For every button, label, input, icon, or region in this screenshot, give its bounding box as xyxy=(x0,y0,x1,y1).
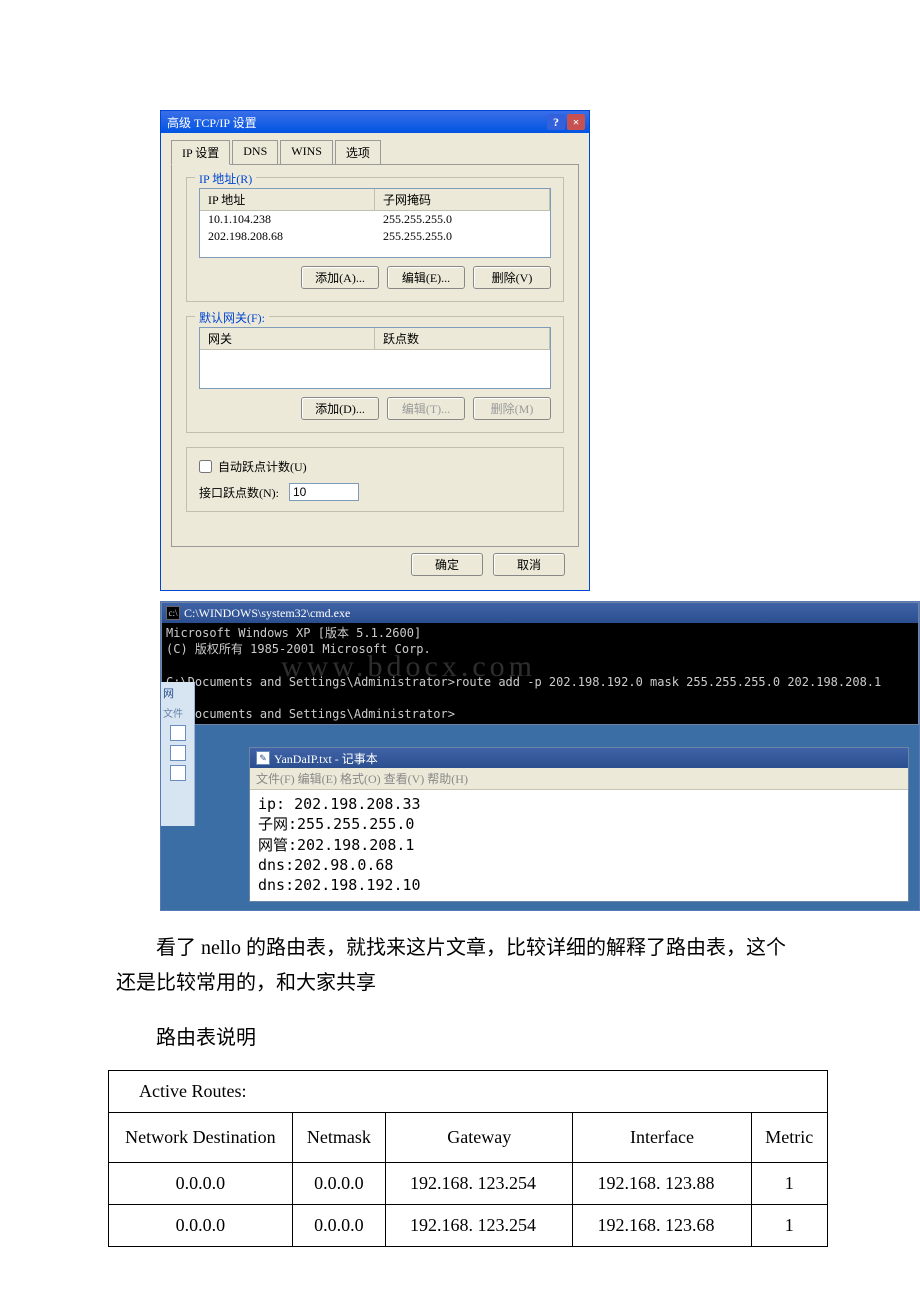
route-row: 0.0.0.0 0.0.0.0 192.168. 123.254 192.168… xyxy=(109,1205,828,1247)
notepad-body[interactable]: ip: 202.198.208.33 子网:255.255.255.0 网管:2… xyxy=(250,790,908,901)
interface-metric-input[interactable] xyxy=(289,483,359,501)
gateway-list[interactable]: 网关 跃点数 xyxy=(199,327,551,389)
tab-panel: IP 地址(R) IP 地址 子网掩码 10.1.104.238 255.255… xyxy=(171,164,579,547)
mask-col-header: 子网掩码 xyxy=(375,189,550,210)
cmd-icon: c:\ xyxy=(166,606,180,620)
folder-icon[interactable] xyxy=(170,745,186,761)
edit-ip-button[interactable]: 编辑(E)... xyxy=(387,266,465,289)
th-interface: Interface xyxy=(573,1113,751,1163)
add-gateway-button[interactable]: 添加(D)... xyxy=(301,397,379,420)
add-ip-button[interactable]: 添加(A)... xyxy=(301,266,379,289)
help-icon[interactable]: ? xyxy=(547,114,565,130)
active-routes-header: Active Routes: xyxy=(109,1071,828,1113)
tab-ip-settings[interactable]: IP 设置 xyxy=(171,140,230,165)
notepad-title: YanDaIP.txt - 记事本 xyxy=(274,750,378,767)
tab-wins[interactable]: WINS xyxy=(280,140,333,165)
th-metric: Metric xyxy=(751,1113,827,1163)
metric-fieldset: 自动跃点计数(U) 接口跃点数(N): xyxy=(186,447,564,512)
ip-row[interactable]: 202.198.208.68 255.255.255.0 xyxy=(200,228,550,245)
ip-addresses-fieldset: IP 地址(R) IP 地址 子网掩码 10.1.104.238 255.255… xyxy=(186,177,564,302)
ip-addresses-legend: IP 地址(R) xyxy=(195,170,256,187)
tcpip-advanced-dialog: 高级 TCP/IP 设置 ? × IP 设置 DNS WINS 选项 IP 地址… xyxy=(160,110,590,591)
explorer-sidebar: 网 文件 xyxy=(161,682,195,826)
auto-metric-checkbox[interactable] xyxy=(199,460,212,473)
tab-strip: IP 设置 DNS WINS 选项 xyxy=(171,140,579,165)
cmd-output[interactable]: Microsoft Windows XP [版本 5.1.2600] (C) 版… xyxy=(162,623,918,724)
paragraph-1: 看了 nello 的路由表，就找来这片文章，比较详细的解释了路由表，这个还是比较… xyxy=(116,931,804,1001)
ip-row[interactable]: 10.1.104.238 255.255.255.0 xyxy=(200,211,550,228)
cancel-button[interactable]: 取消 xyxy=(493,553,565,576)
gateways-legend: 默认网关(F): xyxy=(195,309,269,326)
route-table: Active Routes: Network Destination Netma… xyxy=(108,1070,828,1247)
th-network-destination: Network Destination xyxy=(109,1113,293,1163)
gateways-fieldset: 默认网关(F): 网关 跃点数 添加(D)... 编辑(T)... 删除(M) xyxy=(186,316,564,433)
tab-options[interactable]: 选项 xyxy=(335,140,381,165)
th-gateway: Gateway xyxy=(385,1113,572,1163)
notepad-menu[interactable]: 文件(F) 编辑(E) 格式(O) 查看(V) 帮助(H) xyxy=(250,768,908,790)
edit-gateway-button: 编辑(T)... xyxy=(387,397,465,420)
ip-address-list[interactable]: IP 地址 子网掩码 10.1.104.238 255.255.255.0 20… xyxy=(199,188,551,258)
dialog-titlebar: 高级 TCP/IP 设置 ? × xyxy=(161,111,589,133)
paragraph-2: 路由表说明 xyxy=(116,1021,804,1056)
cmd-window: c:\ C:\WINDOWS\system32\cmd.exe Microsof… xyxy=(161,602,919,725)
ok-button[interactable]: 确定 xyxy=(411,553,483,576)
folder-icon[interactable] xyxy=(170,725,186,741)
ip-col-header: IP 地址 xyxy=(200,189,375,210)
tab-dns[interactable]: DNS xyxy=(232,140,278,165)
folder-icon[interactable] xyxy=(170,765,186,781)
notepad-window: ✎ YanDaIP.txt - 记事本 文件(F) 编辑(E) 格式(O) 查看… xyxy=(249,747,909,902)
th-netmask: Netmask xyxy=(292,1113,385,1163)
auto-metric-label: 自动跃点计数(U) xyxy=(218,458,307,475)
route-row: 0.0.0.0 0.0.0.0 192.168. 123.254 192.168… xyxy=(109,1163,828,1205)
desktop-screenshot: www.bdocx.com c:\ C:\WINDOWS\system32\cm… xyxy=(160,601,920,911)
notepad-icon: ✎ xyxy=(256,751,270,765)
metric-col-header: 跃点数 xyxy=(375,328,550,349)
interface-metric-label: 接口跃点数(N): xyxy=(199,484,279,501)
gw-col-header: 网关 xyxy=(200,328,375,349)
close-icon[interactable]: × xyxy=(567,114,585,130)
remove-gateway-button: 删除(M) xyxy=(473,397,551,420)
cmd-title: C:\WINDOWS\system32\cmd.exe xyxy=(184,606,350,621)
dialog-title: 高级 TCP/IP 设置 xyxy=(165,114,547,131)
remove-ip-button[interactable]: 删除(V) xyxy=(473,266,551,289)
